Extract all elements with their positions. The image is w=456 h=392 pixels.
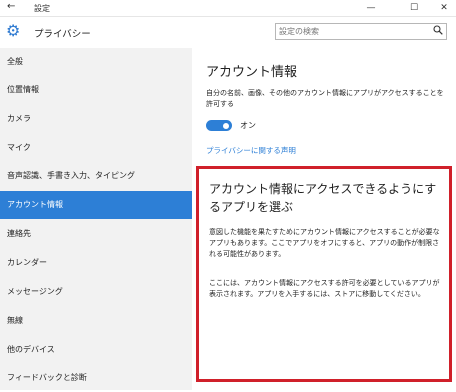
sidebar-item-messaging[interactable]: メッセージング <box>0 278 192 306</box>
search-icon[interactable] <box>433 25 443 39</box>
apps-section-paragraph-2: ここには、アカウント情報にアクセスする許可を必要としているアプリが表示されます。… <box>209 279 440 298</box>
sidebar-item-speech-inking-typing[interactable]: 音声認識、手書き入力、タイピング <box>0 162 192 190</box>
section-title: アカウント情報 <box>206 65 298 80</box>
title-bar: ← 設定 — ☐ ✕ <box>0 0 456 17</box>
sidebar-item-account-info[interactable]: アカウント情報 <box>0 191 192 219</box>
sidebar: 全般 位置情報 カメラ マイク 音声認識、手書き入力、タイピング アカウント情報… <box>0 48 192 390</box>
settings-header: ⚙ プライバシー <box>0 17 456 47</box>
maximize-button[interactable]: ☐ <box>402 0 426 16</box>
setting-description: 自分の名前、画像、その他のアカウント情報にアプリがアクセスすることを許可する <box>206 89 444 108</box>
toggle-state-label: オン <box>240 121 256 130</box>
search-input[interactable] <box>279 24 425 39</box>
window-title: 設定 <box>34 4 50 13</box>
sidebar-item-microphone[interactable]: マイク <box>0 134 192 162</box>
minimize-button[interactable]: — <box>359 0 383 16</box>
sidebar-item-camera[interactable]: カメラ <box>0 105 192 133</box>
toggle-knob <box>223 122 229 129</box>
apps-section-paragraph-1: 意図した機能を果たすためにアカウント情報にアクセスすることが必要なアプリもありま… <box>209 228 440 258</box>
account-info-toggle[interactable] <box>206 120 232 131</box>
close-button[interactable]: ✕ <box>432 0 456 16</box>
privacy-statement-link[interactable]: プライバシーに関する声明 <box>206 145 296 156</box>
sidebar-item-radios[interactable]: 無線 <box>0 307 192 335</box>
page-title: プライバシー <box>34 29 91 40</box>
back-arrow-icon[interactable]: ← <box>7 1 15 12</box>
sidebar-item-other-devices[interactable]: 他のデバイス <box>0 336 192 364</box>
sidebar-item-location[interactable]: 位置情報 <box>0 76 192 104</box>
sidebar-item-general[interactable]: 全般 <box>0 48 192 76</box>
sidebar-item-contacts[interactable]: 連絡先 <box>0 220 192 248</box>
sidebar-item-feedback-diagnostics[interactable]: フィードバックと診断 <box>0 364 192 392</box>
apps-section-highlight: アカウント情報にアクセスできるようにするアプリを選ぶ 意図した機能を果たすために… <box>196 166 452 382</box>
sidebar-item-calendar[interactable]: カレンダー <box>0 249 192 277</box>
search-box[interactable] <box>275 23 447 40</box>
apps-section-title: アカウント情報にアクセスできるようにするアプリを選ぶ <box>209 182 437 214</box>
gear-icon: ⚙ <box>6 21 21 40</box>
